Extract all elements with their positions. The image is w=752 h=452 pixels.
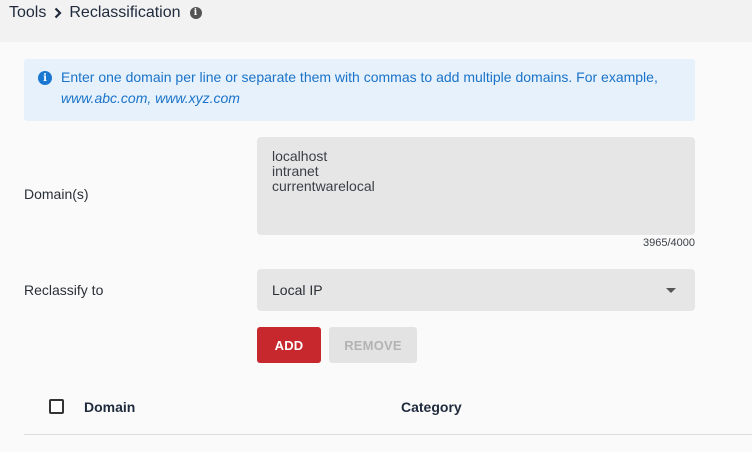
page-title: Reclassification <box>69 4 181 21</box>
caret-down-icon <box>666 287 676 293</box>
notice-example: www.abc.com, www.xyz.com <box>61 90 240 106</box>
notice-text: Enter one domain per line or separate th… <box>61 69 658 85</box>
info-icon: i <box>38 71 52 85</box>
breadcrumb-tools-link[interactable]: Tools <box>9 4 46 22</box>
column-header-category[interactable]: Category <box>401 399 462 415</box>
select-all-checkbox[interactable] <box>49 399 64 414</box>
reclassify-select[interactable]: Local IP <box>257 269 695 311</box>
chevron-right-icon <box>54 7 62 19</box>
column-header-domain[interactable]: Domain <box>84 399 135 415</box>
table-header: Domain Category <box>24 380 752 435</box>
add-button[interactable]: ADD <box>257 327 321 363</box>
domains-label: Domain(s) <box>24 186 89 202</box>
domains-textarea[interactable] <box>257 137 695 235</box>
info-notice: i Enter one domain per line or separate … <box>24 59 695 121</box>
remove-button[interactable]: REMOVE <box>329 327 417 363</box>
character-counter: 3965/4000 <box>643 237 695 249</box>
reclassify-selected-value: Local IP <box>272 282 323 298</box>
breadcrumb: Tools Reclassification i <box>9 3 202 23</box>
page-header: Tools Reclassification i <box>0 0 752 42</box>
reclassify-label: Reclassify to <box>24 282 104 298</box>
info-icon[interactable]: i <box>189 7 202 19</box>
